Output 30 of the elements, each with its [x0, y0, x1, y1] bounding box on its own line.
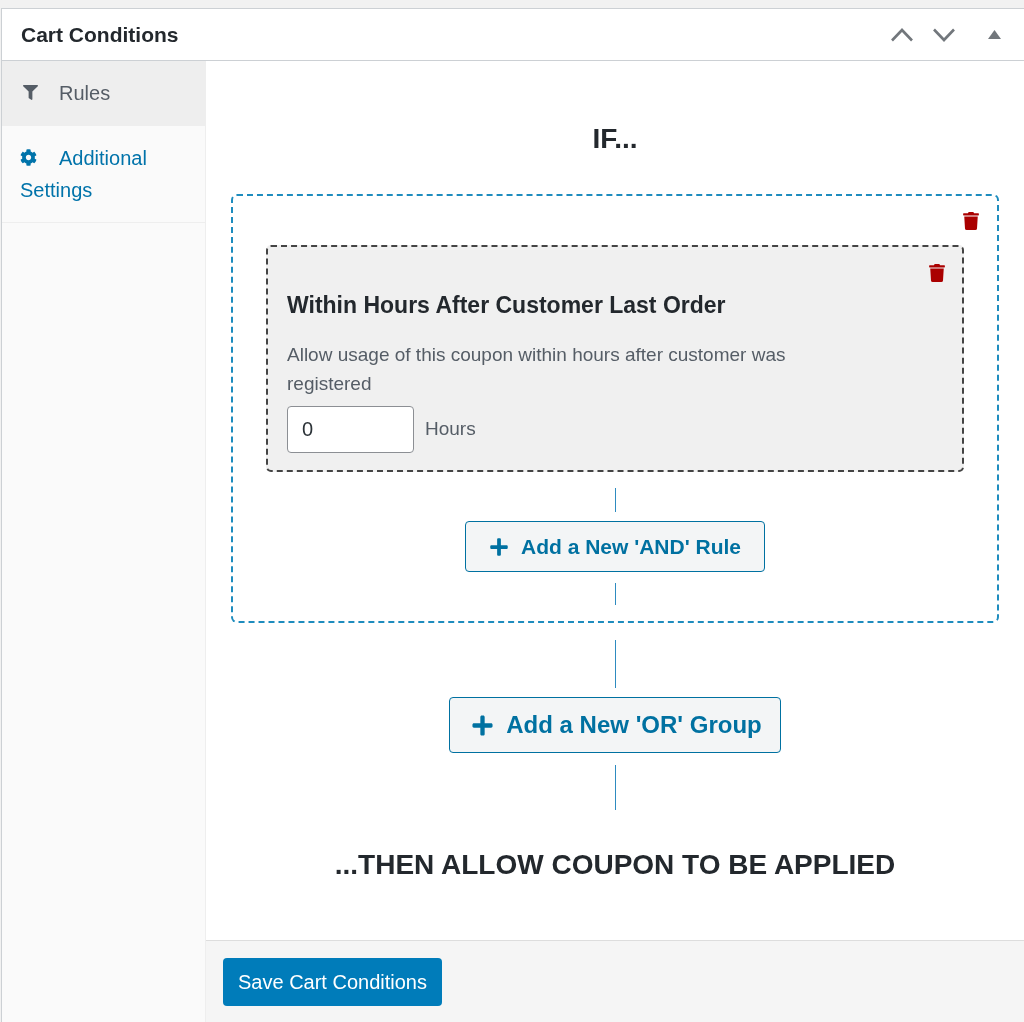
connector-line	[614, 640, 616, 688]
result-heading: ...THEN ALLOW COUPON TO BE APPLIED	[334, 848, 896, 882]
sidebar-tab[interactable]: Additional Settings	[2, 126, 205, 223]
connector-line	[614, 765, 616, 810]
sidebar-tab[interactable]: Rules	[2, 61, 205, 126]
move-up-button[interactable]	[890, 27, 914, 42]
triangle-up-icon	[988, 30, 1001, 39]
rule-title: Within Hours After Customer Last Order	[287, 291, 727, 319]
add-and-rule-button[interactable]: Add a New 'AND' Rule	[465, 521, 765, 572]
hours-input[interactable]: 0	[287, 406, 414, 453]
panel-title: Cart Conditions	[21, 21, 179, 48]
plus-icon	[489, 536, 509, 557]
connector-line	[614, 488, 616, 512]
save-button[interactable]: Save Cart Conditions	[223, 958, 442, 1006]
delete-group-button[interactable]	[963, 212, 979, 230]
delete-rule-button[interactable]	[929, 264, 945, 282]
funnel-icon	[23, 84, 38, 101]
plus-icon	[471, 713, 495, 737]
conditions-heading: IF...	[592, 122, 638, 156]
add-or-group-button[interactable]: Add a New 'OR' Group	[449, 697, 781, 753]
chevron-up-icon	[890, 27, 914, 42]
gear-icon	[20, 149, 37, 166]
trash-icon	[963, 212, 979, 230]
rule-description: Allow usage of this coupon within hours after customer was registered	[287, 343, 787, 396]
connector-line	[614, 583, 616, 605]
unit-label: Hours	[425, 417, 476, 442]
trash-icon	[929, 264, 945, 282]
move-down-button[interactable]	[932, 27, 956, 42]
collapse-button[interactable]	[988, 30, 1001, 39]
chevron-down-icon	[932, 27, 956, 42]
